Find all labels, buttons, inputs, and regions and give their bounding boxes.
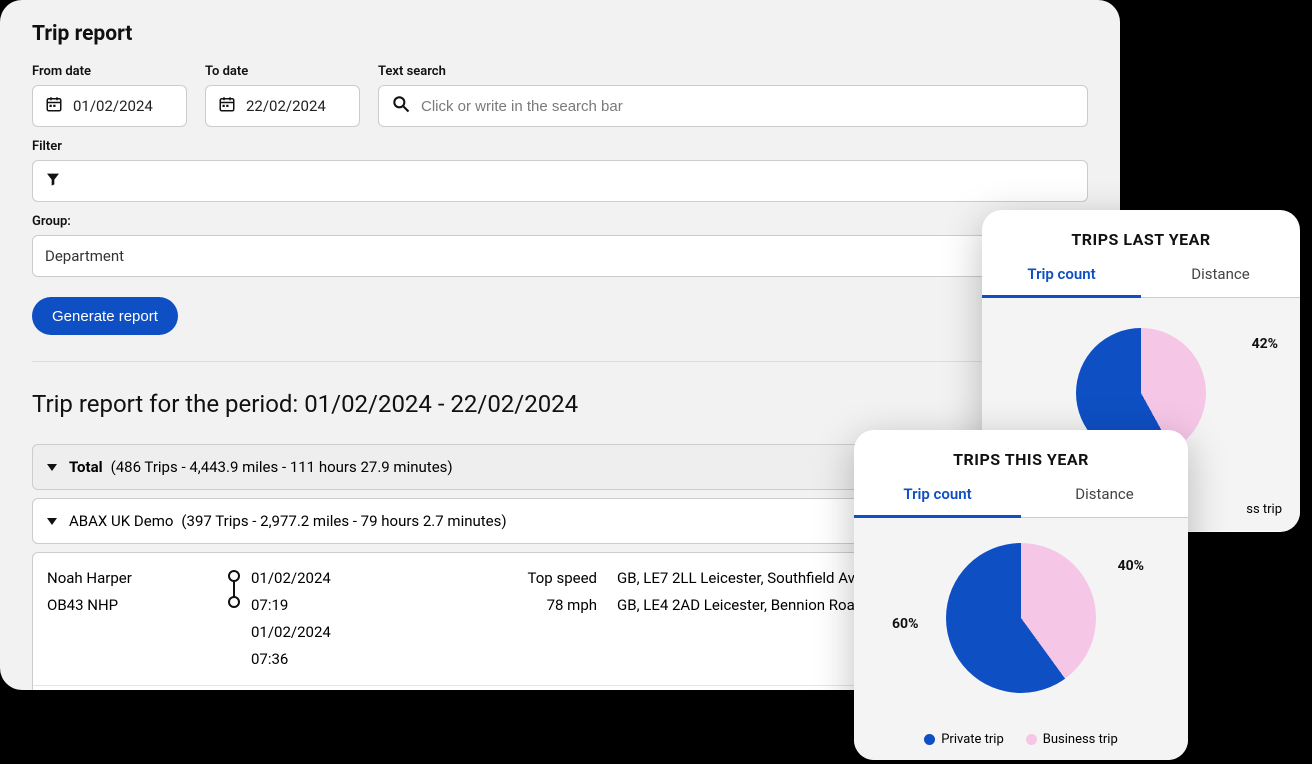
tab-distance[interactable]: Distance [1021,479,1188,515]
trip-start-time: 01/02/2024 07:19 [251,565,347,619]
pie-chart: 40% 60% [854,518,1188,718]
from-date-label: From date [32,64,187,79]
vehicle-plate: OB43 NHP [47,592,227,619]
group-select[interactable]: Department [32,235,1088,277]
text-search-input[interactable] [378,85,1088,127]
generate-report-button[interactable]: Generate report [32,297,178,335]
swatch-business [1026,734,1037,745]
private-pct-label: 60% [892,616,918,632]
filter-input[interactable] [32,160,1088,202]
trip-end-time: 01/02/2024 07:36 [251,619,347,673]
tab-distance[interactable]: Distance [1141,259,1300,295]
legend-private: Private trip [941,732,1004,747]
group-label: Group: [32,214,1088,229]
calendar-icon [45,95,63,117]
route-icon [227,565,241,609]
caret-down-icon [47,464,57,471]
tab-trip-count[interactable]: Trip count [854,479,1021,515]
legend: Private trip Business trip [854,718,1188,760]
total-label: Total [69,458,103,476]
funnel-icon [45,171,61,191]
card-title: TRIPS THIS YEAR [854,430,1188,479]
top-speed-value: 78 mph [497,592,597,619]
business-pct-label: 42% [1252,336,1278,352]
group-value: Department [45,247,124,265]
trips-this-year-card: TRIPS THIS YEAR Trip count Distance 40% … [854,430,1188,760]
business-pct-label: 40% [1118,558,1144,574]
text-search-label: Text search [378,64,1088,79]
tab-trip-count[interactable]: Trip count [982,259,1141,295]
legend-business-partial: ss trip [1246,502,1282,517]
pie-this-year [946,543,1096,693]
driver-name: Noah Harper [47,565,227,592]
text-search-field[interactable] [421,98,1075,115]
to-date-label: To date [205,64,360,79]
to-date-value: 22/02/2024 [246,97,326,115]
total-detail: (486 Trips - 4,443.9 miles - 111 hours 2… [111,458,453,476]
divider [32,361,1088,362]
search-icon [391,94,411,118]
card-title: TRIPS LAST YEAR [982,210,1300,259]
swatch-private [924,734,935,745]
filter-label: Filter [32,139,1088,154]
group-detail: (397 Trips - 2,977.2 miles - 79 hours 2.… [181,512,506,530]
page-title: Trip report [32,22,1088,46]
to-date-input[interactable]: 22/02/2024 [205,85,360,127]
report-period-title: Trip report for the period: 01/02/2024 -… [32,390,1088,418]
from-date-input[interactable]: 01/02/2024 [32,85,187,127]
caret-down-icon [47,518,57,525]
from-date-value: 01/02/2024 [73,97,153,115]
calendar-icon [218,95,236,117]
top-speed-label: Top speed [497,565,597,592]
legend-business: Business trip [1043,732,1118,747]
group-name: ABAX UK Demo [69,512,173,530]
